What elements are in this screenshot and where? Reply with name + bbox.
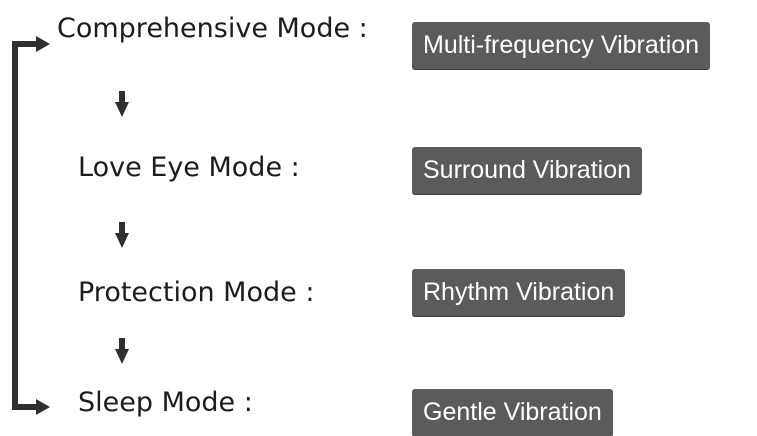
vibration-badge-surround: Surround Vibration — [412, 147, 643, 194]
mode-label-comprehensive: Comprehensive Mode : — [57, 13, 368, 44]
vibration-badge-gentle: Gentle Vibration — [412, 389, 613, 436]
arrow-down-icon — [115, 338, 129, 364]
mode-label-love-eye: Love Eye Mode : — [78, 152, 300, 183]
mode-label-protection: Protection Mode : — [78, 277, 315, 308]
vibration-badge-multi-frequency: Multi-frequency Vibration — [412, 22, 711, 69]
mode-label-sleep: Sleep Mode : — [78, 387, 253, 418]
arrow-down-icon — [115, 91, 129, 117]
arrow-down-icon — [115, 222, 129, 248]
mode-cycle-diagram: Comprehensive Mode : Multi-frequency Vib… — [0, 0, 757, 436]
vibration-badge-rhythm: Rhythm Vibration — [412, 269, 626, 316]
